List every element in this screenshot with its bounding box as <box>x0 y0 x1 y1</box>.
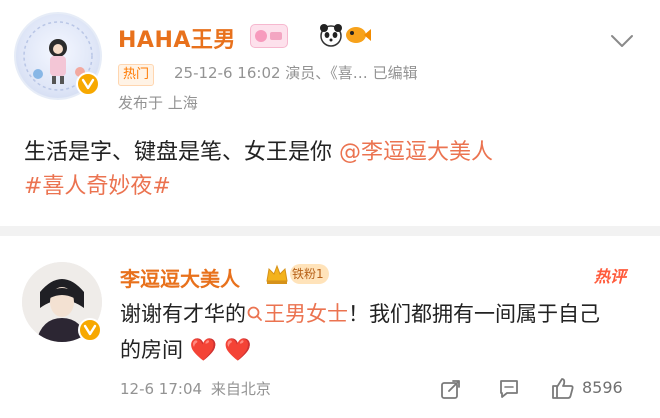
hot-tag: 热门 <box>118 64 155 86</box>
post-text: 生活是字、键盘是笔、女王是你 <box>24 140 339 165</box>
heart-emoji: ❤️ ❤️ <box>189 338 252 363</box>
panda-icon <box>318 22 344 52</box>
comment-meta: 12-6 17:04 来自北京 <box>120 378 271 399</box>
fish-icon <box>344 22 372 52</box>
comment-text: 谢谢有才华的 王男女士！我们都拥有一间属于自己的房间 ❤️ ❤️ <box>120 296 620 369</box>
expand-menu-icon[interactable] <box>608 26 636 58</box>
user-link-text[interactable]: 王男女士 <box>264 302 348 326</box>
comment-text-prefix: 谢谢有才华的 <box>120 302 246 326</box>
verified-badge-icon <box>76 72 100 96</box>
mention-link[interactable]: @李逗逗大美人 <box>339 140 493 165</box>
comment-icon[interactable] <box>498 378 520 404</box>
fan-badge-label: 铁粉1 <box>292 267 324 281</box>
post-content: 生活是字、键盘是笔、女王是你 @李逗逗大美人 #喜人奇妙夜# <box>24 136 644 204</box>
comment-author-name[interactable]: 李逗逗大美人 <box>120 263 240 292</box>
post-meta[interactable]: 25-12-6 16:02 演员、《喜… 已编辑 <box>174 62 418 83</box>
post-location: 发布于 上海 <box>118 94 198 112</box>
user-link[interactable]: 王男女士 <box>246 302 348 326</box>
search-icon <box>247 306 262 321</box>
section-divider <box>0 226 660 236</box>
post-author-name[interactable]: HAHA王男 <box>118 22 236 54</box>
verified-badge-icon <box>78 318 102 342</box>
comment-source: 来自北京 <box>210 380 271 398</box>
crown-icon <box>264 262 290 290</box>
member-level-icon <box>250 24 288 48</box>
like-count: 8596 <box>582 378 623 397</box>
fan-badge: 铁粉1 <box>290 264 329 284</box>
like-icon[interactable] <box>550 376 576 404</box>
share-icon[interactable] <box>440 378 462 404</box>
comment-time: 12-6 17:04 <box>120 380 203 398</box>
hashtag-link[interactable]: #喜人奇妙夜# <box>24 174 171 199</box>
hot-comment-label: 热评 <box>594 267 627 286</box>
